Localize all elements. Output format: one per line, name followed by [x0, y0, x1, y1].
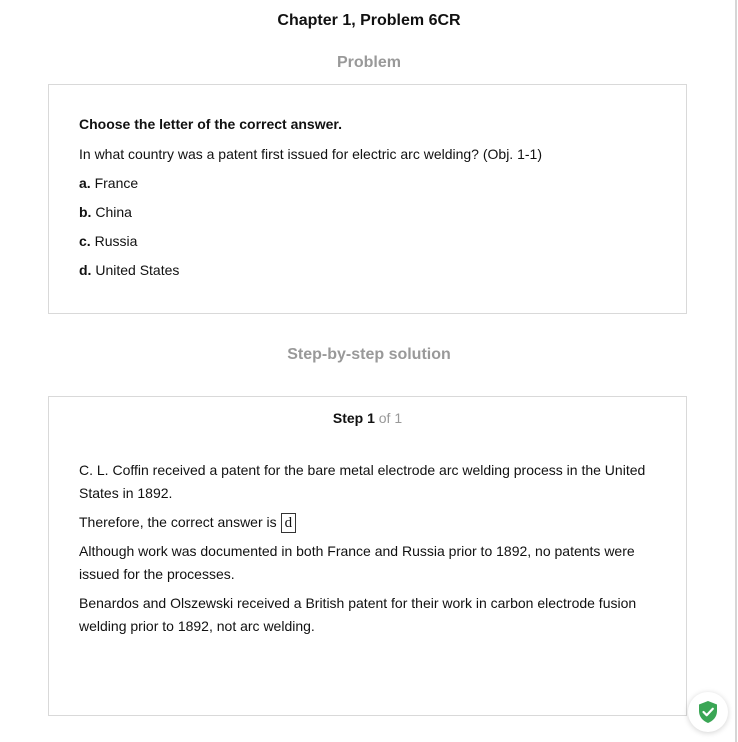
step-indicator: Step 1 of 1 [49, 410, 686, 426]
choice-letter: b. [79, 204, 92, 220]
choice-text: China [95, 204, 132, 220]
problem-question: In what country was a patent first issue… [79, 146, 542, 162]
choice-a: a. France [79, 174, 669, 192]
solution-card: Step 1 of 1 C. L. Coffin received a pate… [48, 396, 687, 716]
choice-text: France [94, 175, 139, 191]
step-label: Step 1 [332, 410, 375, 426]
solution-body: C. L. Coffin received a patent for the b… [79, 459, 669, 644]
problem-instruction: Choose the letter of the correct answer. [79, 116, 342, 132]
page-title: Chapter 1, Problem 6CR [277, 12, 461, 29]
answer-line: Therefore, the correct answer is d [79, 511, 669, 534]
choice-d: d. United States [79, 261, 669, 279]
shield-check-icon [699, 701, 717, 723]
choice-letter: d. [79, 262, 92, 278]
choice-c: c. Russia [79, 232, 669, 250]
problem-body: Choose the letter of the correct answer.… [79, 115, 669, 290]
solution-paragraph: Although work was documented in both Fra… [79, 543, 635, 582]
solution-paragraph: Benardos and Olszewski received a Britis… [79, 595, 637, 634]
choice-text: United States [95, 262, 180, 278]
step-total: of 1 [378, 410, 403, 426]
page-right-border [735, 0, 737, 742]
answer-prefix: Therefore, the correct answer is [79, 514, 277, 530]
solution-heading: Step-by-step solution [287, 346, 451, 363]
security-shield-button[interactable] [688, 692, 728, 732]
choice-text: Russia [94, 233, 138, 249]
choice-letter: c. [79, 233, 91, 249]
solution-paragraph: C. L. Coffin received a patent for the b… [79, 462, 646, 501]
problem-heading: Problem [336, 54, 401, 71]
problem-card: Choose the letter of the correct answer.… [48, 84, 687, 314]
choice-b: b. China [79, 203, 669, 221]
boxed-answer: d [280, 513, 297, 534]
choice-letter: a. [79, 175, 91, 191]
